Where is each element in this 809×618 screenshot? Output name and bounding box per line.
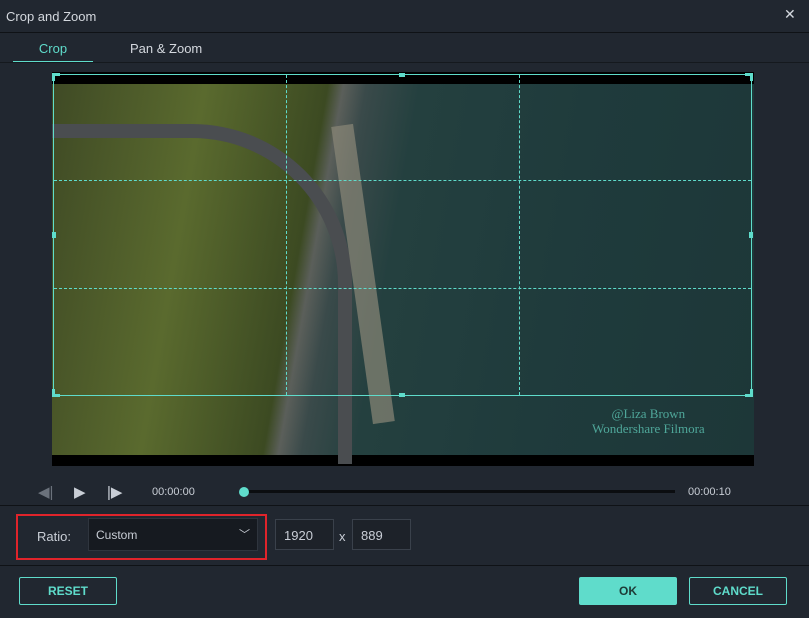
current-time: 00:00:00: [152, 486, 195, 498]
crop-handle-right[interactable]: [749, 232, 753, 238]
dimension-separator: x: [339, 529, 346, 544]
divider: [0, 565, 809, 566]
play-icon[interactable]: ▶: [74, 483, 86, 501]
crop-handle-left[interactable]: [52, 232, 56, 238]
divider: [0, 505, 809, 506]
window-title: Crop and Zoom: [6, 9, 97, 24]
divider: [0, 62, 809, 63]
crop-handle-top-right[interactable]: [745, 73, 753, 81]
end-time: 00:00:10: [688, 486, 731, 498]
playback-slider[interactable]: [243, 490, 675, 493]
ratio-label: Ratio:: [37, 529, 71, 544]
playback-slider-handle[interactable]: [239, 487, 249, 497]
grid-line: [286, 75, 287, 395]
grid-line: [54, 180, 751, 181]
crop-handle-bottom-right[interactable]: [745, 389, 753, 397]
height-input[interactable]: 889: [352, 519, 411, 550]
crop-handle-bottom-left[interactable]: [52, 389, 60, 397]
crop-rectangle[interactable]: [52, 73, 753, 397]
watermark-line: Wondershare Filmora: [592, 421, 705, 436]
watermark: @Liza Brown Wondershare Filmora: [592, 406, 705, 436]
ok-button[interactable]: OK: [579, 577, 677, 605]
crop-handle-top-left[interactable]: [52, 73, 60, 81]
divider: [0, 32, 809, 33]
grid-line: [519, 75, 520, 395]
ratio-selected: Custom: [96, 528, 138, 542]
chevron-down-icon: ﹀: [239, 529, 250, 541]
grid-line: [54, 288, 751, 289]
cancel-button[interactable]: CANCEL: [689, 577, 787, 605]
tab-pan-zoom[interactable]: Pan & Zoom: [130, 41, 202, 56]
reset-button[interactable]: RESET: [19, 577, 117, 605]
close-icon[interactable]: ✕: [784, 6, 796, 23]
watermark-line: @Liza Brown: [611, 406, 686, 421]
next-frame-icon[interactable]: |▶: [107, 483, 122, 501]
ratio-dropdown[interactable]: Custom ﹀: [88, 518, 258, 551]
width-input[interactable]: 1920: [275, 519, 334, 550]
previous-frame-icon[interactable]: ◀|: [38, 483, 53, 501]
tab-crop[interactable]: Crop: [13, 41, 93, 63]
crop-handle-bottom[interactable]: [399, 393, 405, 397]
crop-handle-top[interactable]: [399, 73, 405, 77]
